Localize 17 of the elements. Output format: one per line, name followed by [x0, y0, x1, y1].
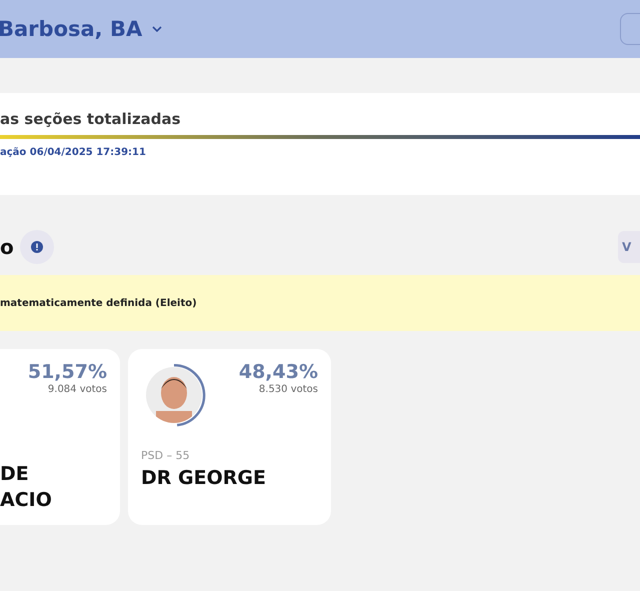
progress-title: as seções totalizadas: [0, 109, 182, 129]
vote-count: 9.084 votos: [48, 383, 107, 396]
party-number: PSD – 55: [141, 449, 191, 464]
candidate-name: DR GEORGE: [141, 466, 267, 491]
notice-text: matematicamente definida (Eleito): [0, 298, 197, 308]
vote-percent: 51,57%: [28, 361, 107, 383]
vote-share-ring: [173, 364, 206, 427]
location-title: Barbosa, BA: [0, 17, 142, 41]
candidate-name: DE: [0, 462, 30, 487]
update-time: ação 06/04/2025 17:39:11: [0, 147, 147, 158]
info-icon[interactable]: [20, 230, 54, 264]
vote-count: 8.530 votos: [258, 383, 318, 396]
vote-percent: 48,43%: [238, 361, 318, 383]
section-title: o: [0, 235, 14, 259]
view-button[interactable]: V: [618, 231, 640, 263]
candidate-name: ACIO: [0, 488, 53, 513]
chevron-icon[interactable]: [152, 26, 162, 32]
